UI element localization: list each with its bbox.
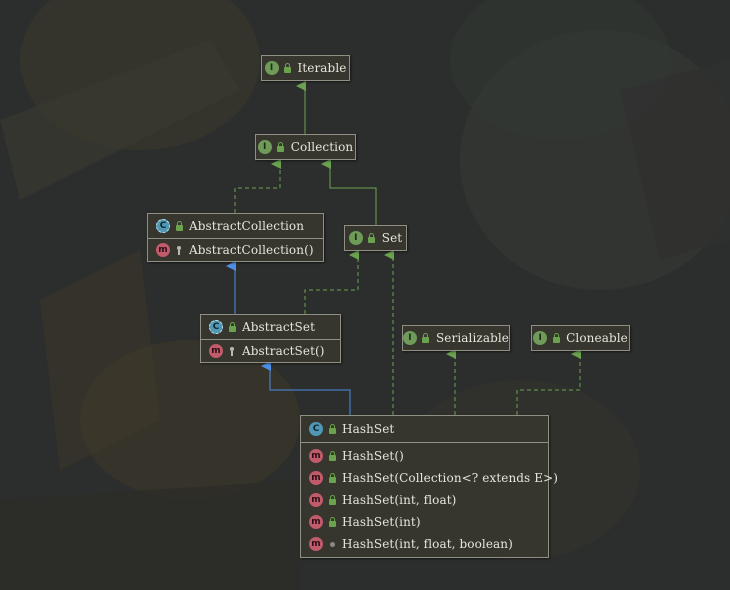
method-signature: HashSet() [342, 449, 404, 463]
node-header: C HashSet [301, 416, 548, 442]
class-icon: C [309, 422, 323, 436]
public-lock-icon [327, 450, 337, 461]
node-abstractcollection[interactable]: C AbstractCollection m AbstractCollectio… [147, 213, 324, 262]
method-icon: m [209, 344, 223, 358]
public-lock-icon [367, 232, 377, 243]
member-row[interactable]: m HashSet(int, float, boolean) [301, 533, 548, 555]
node-header: I Set [345, 226, 406, 250]
abstract-class-icon: C [209, 320, 223, 334]
public-lock-icon [327, 516, 337, 527]
node-header: C AbstractCollection [148, 214, 323, 238]
node-abstractset[interactable]: C AbstractSet m AbstractSet() [200, 314, 341, 363]
member-row[interactable]: m HashSet(int) [301, 511, 548, 533]
method-icon: m [309, 493, 323, 507]
class-name: Iterable [297, 61, 347, 75]
node-header: I Collection [256, 135, 355, 159]
method-icon: m [309, 537, 323, 551]
interface-icon: I [402, 331, 417, 345]
method-icon: m [309, 515, 323, 529]
method-signature: AbstractCollection() [189, 243, 314, 257]
package-private-dot-icon [327, 541, 337, 547]
method-signature: AbstractSet() [242, 344, 325, 358]
public-lock-icon [276, 141, 286, 152]
method-icon: m [309, 471, 323, 485]
node-set[interactable]: I Set [344, 225, 407, 251]
class-name: AbstractSet [242, 320, 316, 334]
class-name: Cloneable [566, 331, 628, 345]
public-lock-icon [551, 332, 561, 343]
node-serializable[interactable]: I Serializable [402, 325, 510, 351]
method-icon: m [309, 449, 323, 463]
interface-icon: I [348, 231, 363, 245]
node-header: I Iterable [262, 56, 349, 80]
member-row[interactable]: m AbstractCollection() [148, 239, 323, 261]
member-list: m HashSet() m HashSet(Collection<? exten… [301, 442, 558, 557]
member-list: m AbstractCollection() [148, 238, 323, 261]
member-row[interactable]: m HashSet(Collection<? extends E>) [301, 467, 558, 489]
node-collection[interactable]: I Collection [255, 134, 356, 160]
node-hashset[interactable]: C HashSet m HashSet() m HashSet(Collecti… [300, 415, 558, 558]
class-name: HashSet [342, 422, 395, 436]
method-signature: HashSet(int, float) [342, 493, 457, 507]
public-lock-icon [227, 321, 237, 332]
class-name: AbstractCollection [189, 219, 305, 233]
member-row[interactable]: m HashSet() [301, 445, 548, 467]
node-header: I Serializable [402, 326, 510, 350]
class-name: Serializable [435, 331, 510, 345]
method-signature: HashSet(int) [342, 515, 421, 529]
public-lock-icon [327, 472, 337, 483]
interface-icon: I [533, 331, 548, 345]
public-lock-icon [327, 494, 337, 505]
node-iterable[interactable]: I Iterable [261, 55, 350, 81]
class-name: Collection [290, 140, 354, 154]
class-name: Set [381, 231, 403, 245]
abstract-class-icon: C [156, 219, 170, 233]
member-list: m AbstractSet() [201, 339, 340, 362]
interface-icon: I [264, 61, 279, 75]
method-icon: m [156, 243, 170, 257]
public-lock-icon [327, 423, 337, 434]
method-signature: HashSet(int, float, boolean) [342, 537, 513, 551]
member-row[interactable]: m HashSet(int, float) [301, 489, 548, 511]
interface-icon: I [257, 140, 272, 154]
public-lock-icon [421, 332, 431, 343]
member-row[interactable]: m AbstractSet() [201, 340, 340, 362]
node-header: C AbstractSet [201, 315, 340, 339]
public-lock-icon [174, 220, 184, 231]
node-header: I Cloneable [532, 326, 629, 350]
method-signature: HashSet(Collection<? extends E>) [342, 471, 559, 485]
public-lock-icon [283, 62, 293, 73]
node-cloneable[interactable]: I Cloneable [531, 325, 630, 351]
